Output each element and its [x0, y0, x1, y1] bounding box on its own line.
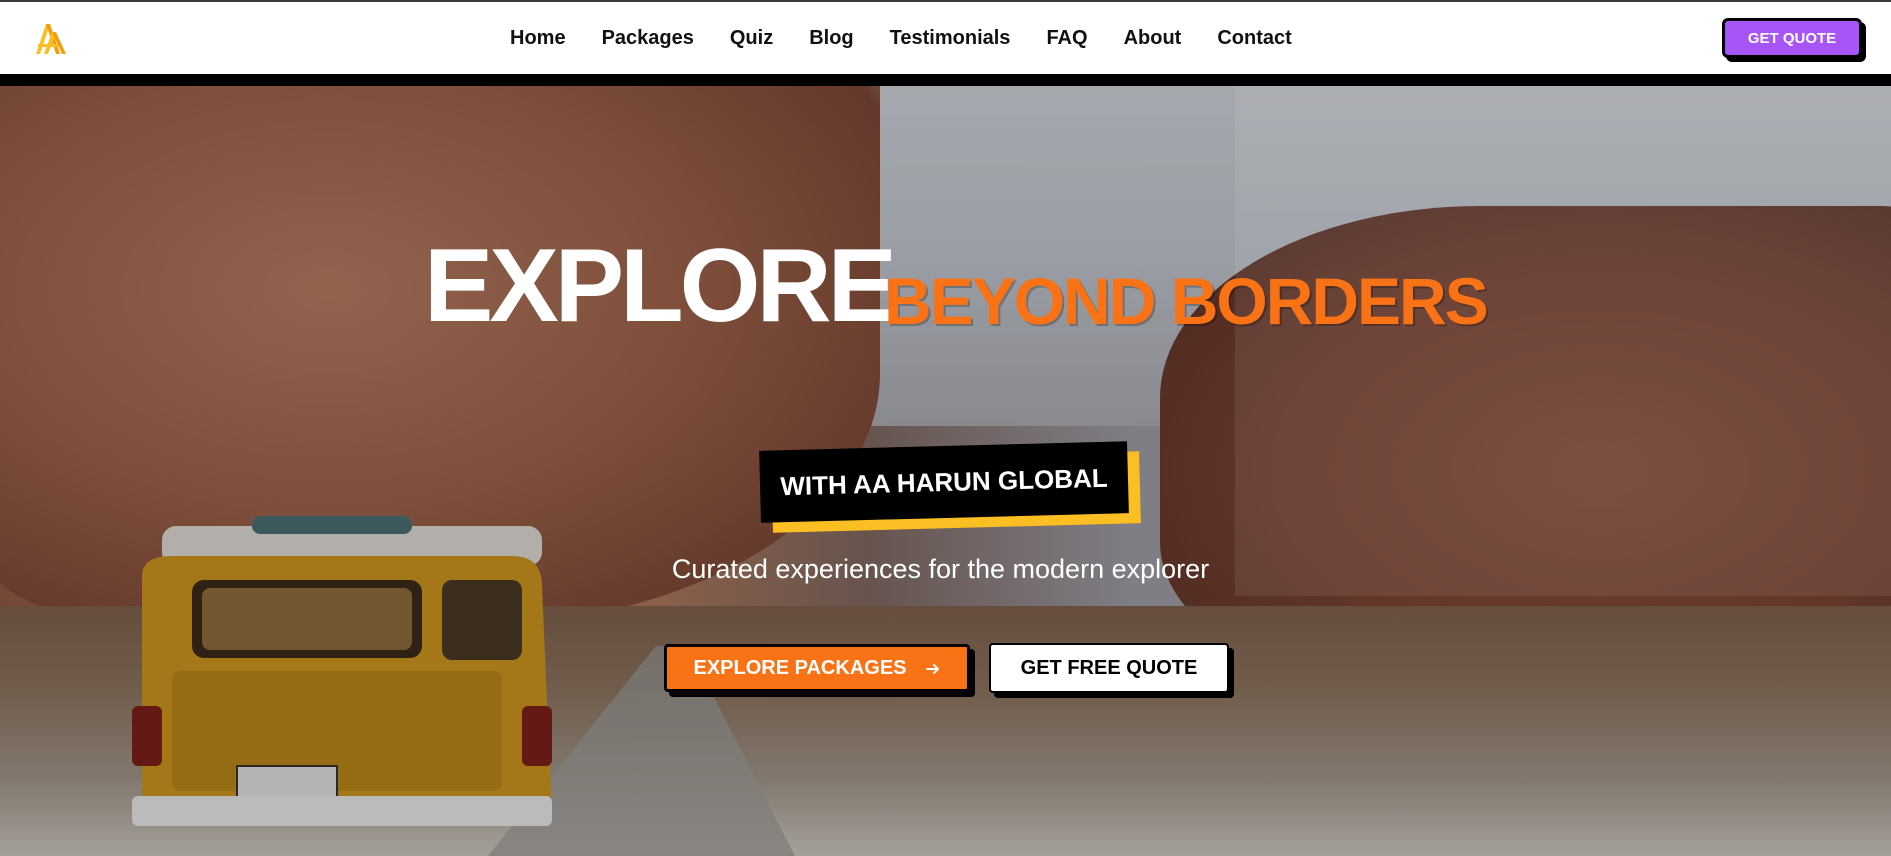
hero-title: EXPLORE BEYOND BORDERS [0, 226, 1891, 346]
navbar-divider [0, 74, 1891, 86]
nav-faq[interactable]: FAQ [1046, 27, 1087, 50]
aa-monogram-logo-icon[interactable] [26, 18, 70, 60]
hero-title-main: EXPLORE [424, 228, 897, 344]
get-free-quote-button[interactable]: GET FREE QUOTE [989, 643, 1229, 693]
hero-tagline: WITH AA HARUN GLOBAL [759, 441, 1129, 523]
hero-title-accent: BEYOND BORDERS [884, 264, 1489, 338]
nav-testimonials[interactable]: Testimonials [890, 27, 1011, 50]
nav-quiz[interactable]: Quiz [730, 27, 773, 50]
get-quote-button[interactable]: GET QUOTE [1722, 18, 1862, 58]
arrow-right-icon [925, 660, 941, 676]
main-nav: Home Packages Quiz Blog Testimonials FAQ… [510, 2, 1328, 74]
hero-subtitle: Curated experiences for the modern explo… [671, 554, 1210, 584]
hero-tagline-badge: WITH AA HARUN GLOBAL [759, 441, 1141, 533]
nav-home[interactable]: Home [510, 27, 566, 50]
nav-blog[interactable]: Blog [809, 27, 853, 50]
nav-contact[interactable]: Contact [1217, 27, 1291, 50]
explore-packages-button[interactable]: EXPLORE PACKAGES [664, 644, 970, 692]
navbar: Home Packages Quiz Blog Testimonials FAQ… [0, 2, 1891, 74]
nav-packages[interactable]: Packages [602, 27, 694, 50]
nav-about[interactable]: About [1124, 27, 1182, 50]
explore-packages-label: EXPLORE PACKAGES [693, 656, 907, 679]
